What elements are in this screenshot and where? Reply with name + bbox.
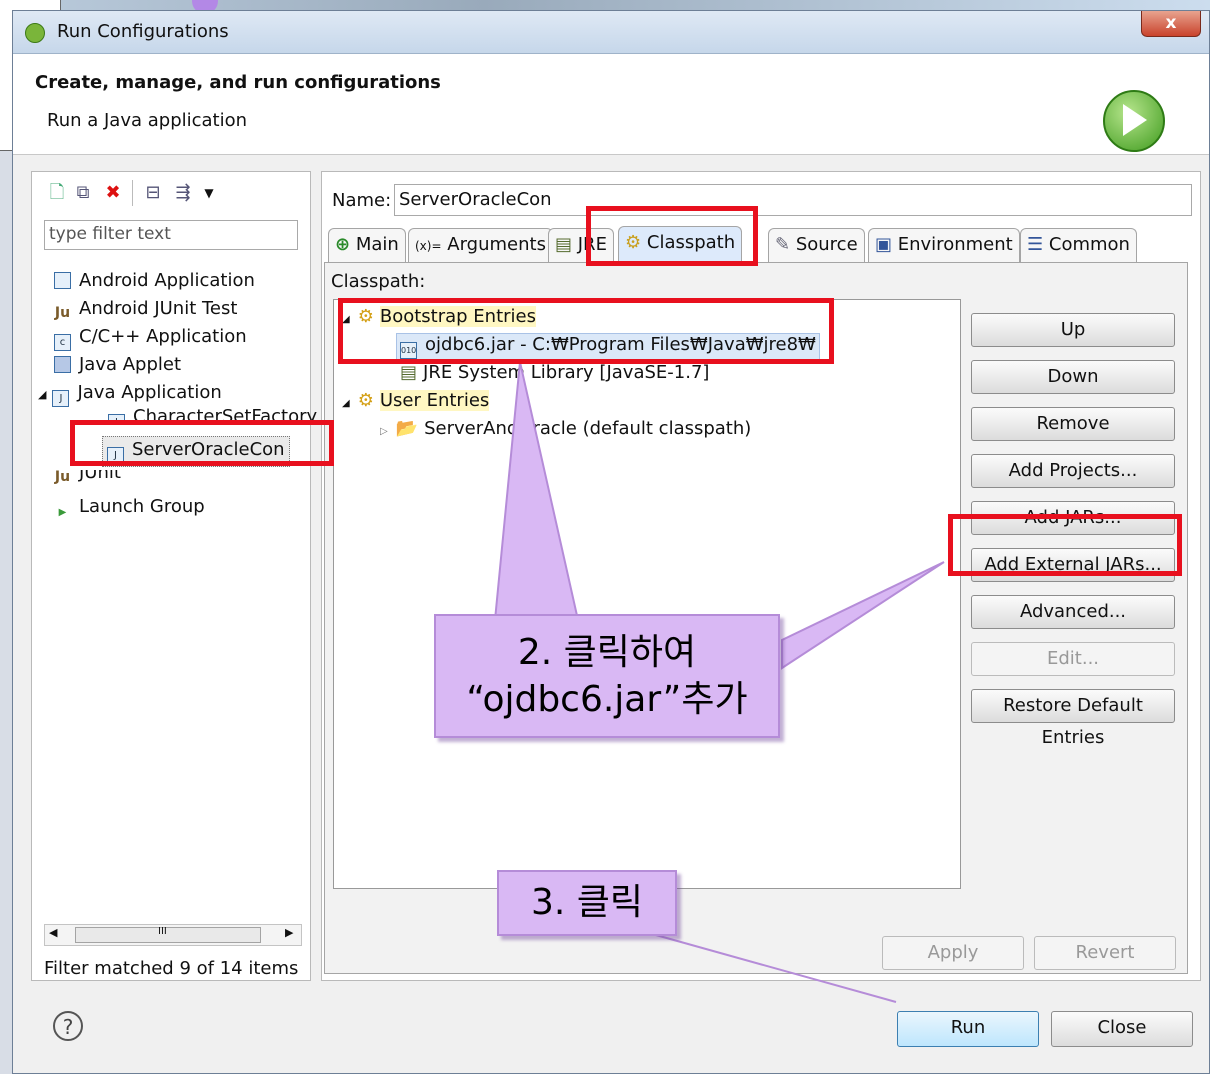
step3-callout: 3. 클릭 bbox=[497, 870, 677, 936]
highlight-add-external-jars bbox=[948, 514, 1182, 576]
step2-pointer-right bbox=[781, 561, 945, 670]
step2-line1: 2. 클릭하여 bbox=[517, 632, 697, 673]
step2-pointer-up bbox=[493, 361, 580, 621]
highlight-classpath-tab bbox=[586, 206, 758, 266]
highlight-serveroraclecon bbox=[70, 420, 334, 466]
highlight-ojdbc-entry bbox=[338, 298, 834, 364]
step2-callout: 2. 클릭하여 “ojdbc6.jar”추가 bbox=[434, 614, 780, 738]
step2-line2: “ojdbc6.jar”추가 bbox=[466, 678, 748, 720]
